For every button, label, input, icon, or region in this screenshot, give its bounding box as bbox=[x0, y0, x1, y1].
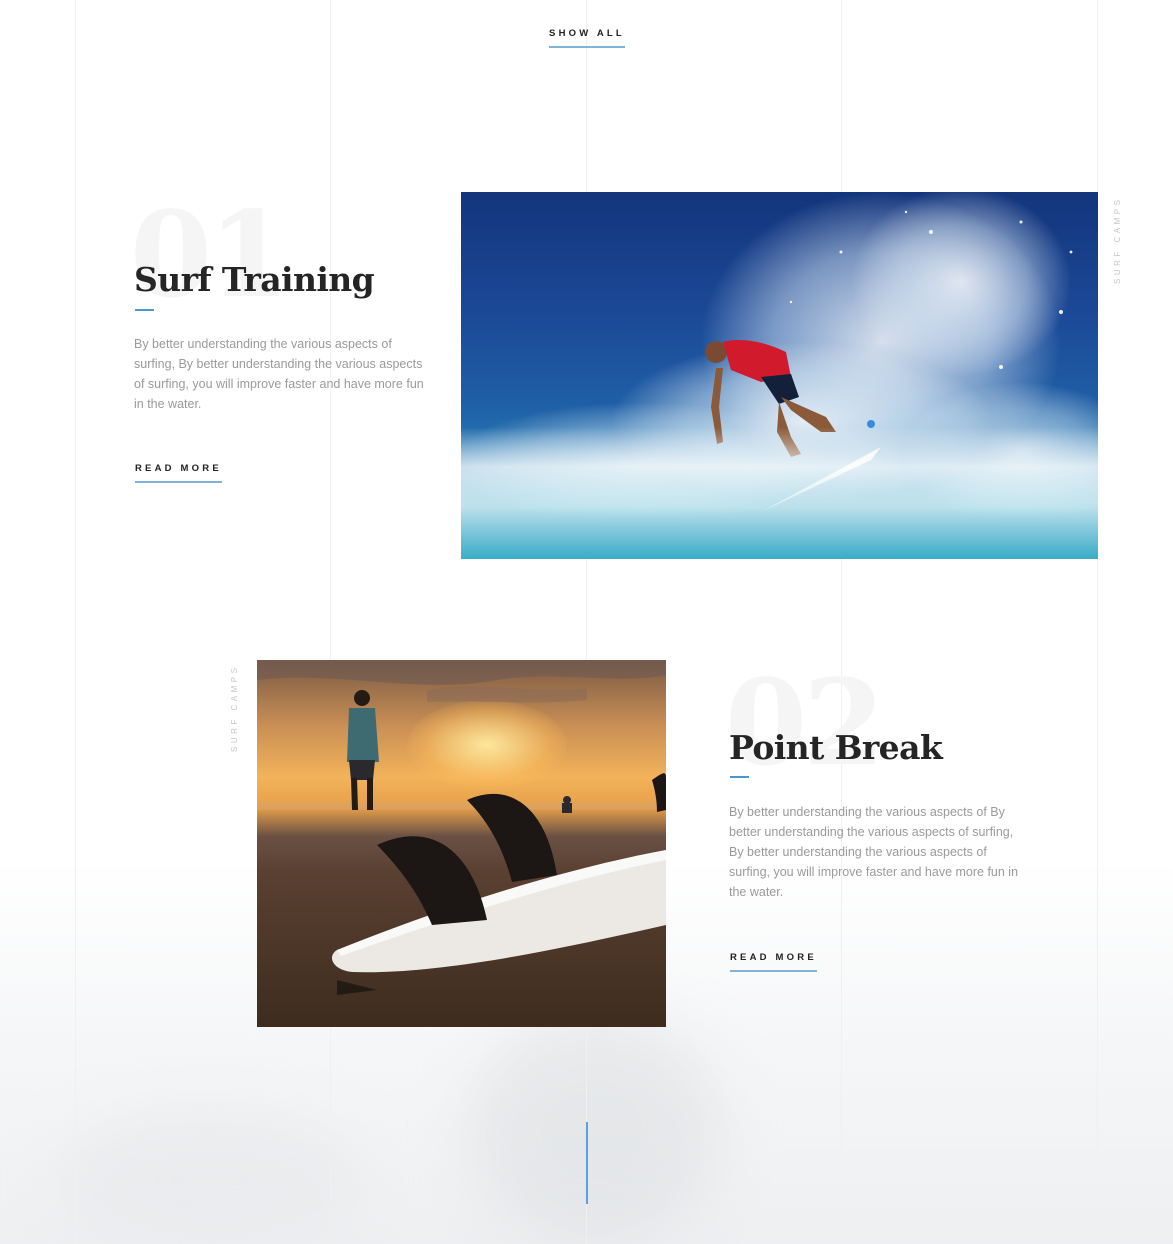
background-figure bbox=[470, 1010, 720, 1244]
grid-line bbox=[75, 0, 76, 1244]
grid-line bbox=[586, 0, 587, 1244]
grid-line bbox=[330, 0, 331, 1244]
wave-foam bbox=[461, 427, 1098, 559]
grid-line bbox=[1097, 0, 1098, 1244]
surf-training-image[interactable] bbox=[461, 192, 1098, 559]
item-title: Surf Training bbox=[134, 260, 375, 299]
item-description: By better understanding the various aspe… bbox=[729, 805, 1019, 899]
side-label: SURF CAMPS bbox=[1113, 196, 1122, 284]
item-title: Point Break bbox=[729, 728, 943, 767]
point-break-image[interactable] bbox=[257, 660, 666, 1027]
title-accent-line bbox=[135, 309, 154, 311]
read-more-link[interactable]: READ MORE bbox=[730, 952, 817, 972]
sunset-scene bbox=[257, 660, 666, 995]
page: SHOW ALL 01 Surf Training By better unde… bbox=[0, 0, 1173, 1244]
title-accent-line bbox=[730, 776, 749, 778]
read-more-link[interactable]: READ MORE bbox=[135, 463, 222, 483]
grid-line bbox=[841, 0, 842, 1244]
scroll-indicator-line bbox=[586, 1122, 588, 1204]
item-description: By better understanding the various aspe… bbox=[134, 337, 424, 411]
side-label: SURF CAMPS bbox=[230, 664, 239, 752]
background-figure bbox=[60, 1110, 360, 1244]
show-all-link[interactable]: SHOW ALL bbox=[549, 28, 625, 48]
